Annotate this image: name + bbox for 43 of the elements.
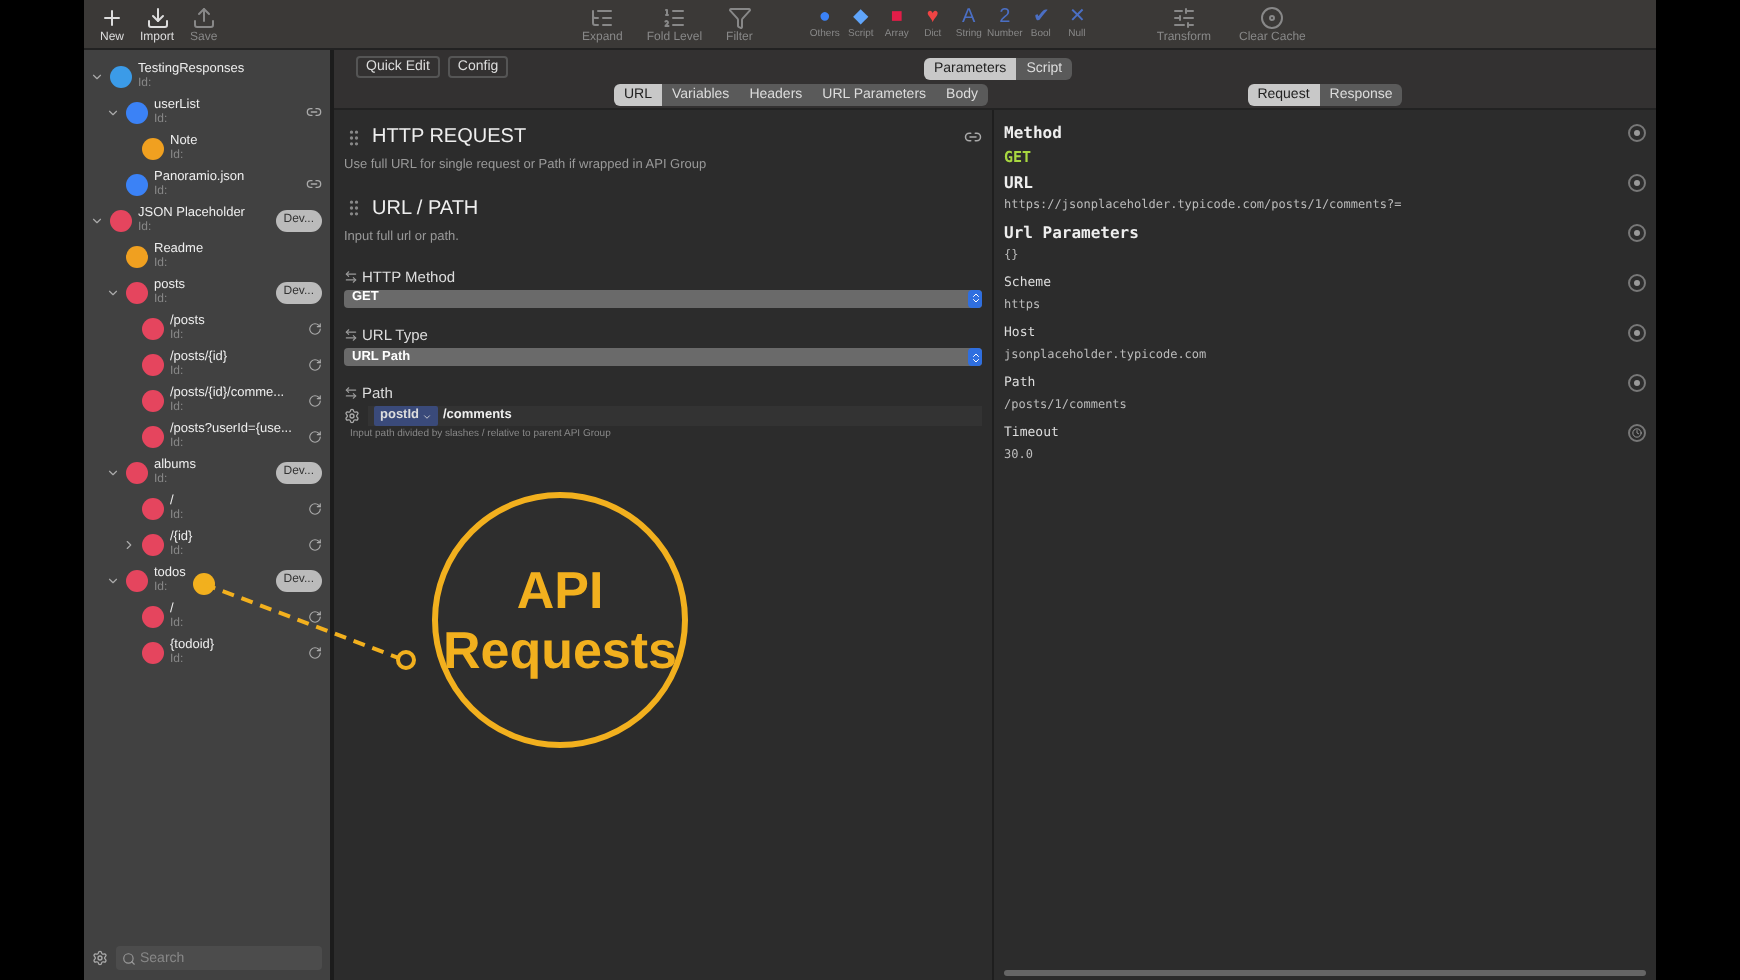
refresh-icon[interactable] — [308, 501, 322, 515]
callout-text: API — [516, 560, 604, 620]
section-title: URL / PATH — [372, 195, 479, 224]
fold-icon — [662, 5, 687, 29]
dropdown-caret-icon — [421, 411, 431, 422]
link-icon[interactable] — [306, 104, 322, 120]
filter-icon — [727, 5, 752, 29]
new-icon — [100, 5, 124, 29]
link-icon[interactable] — [964, 128, 982, 146]
expand-icon — [590, 5, 615, 29]
drag-handle-icon[interactable] — [344, 127, 364, 147]
refresh-icon[interactable] — [308, 321, 322, 335]
expanded-caret-icon[interactable] — [105, 573, 119, 587]
refresh-icon[interactable] — [308, 357, 322, 371]
expanded-caret-icon[interactable] — [105, 285, 119, 299]
cache-icon — [1260, 5, 1285, 29]
refresh-icon[interactable] — [308, 609, 322, 623]
search-icon — [122, 951, 136, 965]
preview-label: Url Parameters — [1004, 221, 1139, 245]
collapsed-caret-icon[interactable] — [121, 537, 135, 551]
settings-icon[interactable] — [92, 950, 108, 966]
refresh-icon[interactable] — [308, 393, 322, 407]
link-icon[interactable] — [306, 176, 322, 192]
scrollbar[interactable] — [1004, 970, 1646, 976]
import-icon — [145, 5, 170, 29]
settings-icon[interactable] — [344, 408, 360, 425]
preview-label: URL — [1004, 171, 1033, 195]
expanded-caret-icon[interactable] — [89, 213, 103, 227]
section-title: HTTP REQUEST — [372, 124, 527, 152]
refresh-icon[interactable] — [308, 429, 322, 443]
save-icon — [191, 5, 216, 29]
callout-text: Requests — [442, 620, 678, 680]
drag-handle-icon[interactable] — [344, 198, 364, 219]
reorder-icon[interactable] — [344, 327, 358, 342]
refresh-icon[interactable] — [308, 537, 322, 551]
transform-icon — [1171, 5, 1196, 29]
expanded-caret-icon[interactable] — [105, 465, 119, 479]
preview-label: Method — [1004, 121, 1062, 145]
refresh-icon[interactable] — [308, 645, 322, 659]
expanded-caret-icon[interactable] — [105, 105, 119, 119]
reorder-icon[interactable] — [344, 386, 358, 401]
expanded-caret-icon[interactable] — [89, 69, 103, 83]
reorder-icon[interactable] — [344, 269, 358, 284]
